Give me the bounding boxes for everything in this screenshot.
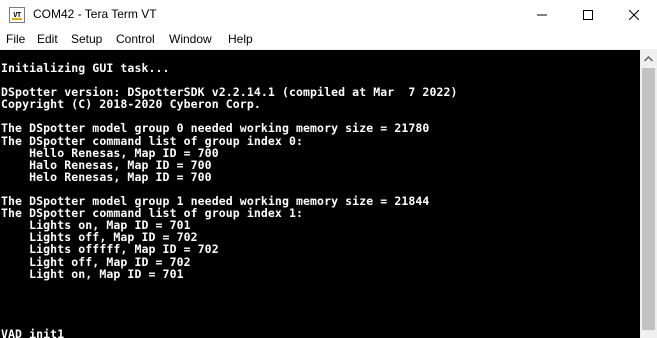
- terminal-output: Initializing GUI task... DSpotter version…: [1, 62, 458, 338]
- maximize-button[interactable]: [565, 0, 611, 30]
- vertical-scrollbar[interactable]: [640, 50, 657, 338]
- terminal-area[interactable]: Initializing GUI task... DSpotter version…: [0, 50, 640, 338]
- scroll-up-arrow-icon: [644, 55, 653, 62]
- menu-edit[interactable]: Edit: [36, 32, 59, 46]
- scroll-thumb[interactable]: [642, 68, 655, 330]
- terminal-line: VAD init1: [1, 327, 65, 338]
- terminal-line: Light off, Map ID = 702: [1, 254, 191, 269]
- menu-control[interactable]: Control: [115, 32, 156, 46]
- menu-window[interactable]: Window: [168, 32, 213, 46]
- close-button[interactable]: [611, 0, 657, 30]
- window-title: COM42 - Tera Term VT: [33, 7, 157, 21]
- terminal-line: Lights offfff, Map ID = 702: [1, 242, 219, 257]
- terminal-line: Light on, Map ID = 701: [1, 266, 184, 281]
- terminal-line: Hello Renesas, Map ID = 700: [1, 145, 219, 160]
- menu-file[interactable]: File: [5, 32, 26, 46]
- close-icon: [629, 10, 639, 20]
- maximize-icon: [583, 10, 593, 20]
- terminal-line: Copyright (C) 2018-2020 Cyberon Corp.: [1, 97, 261, 112]
- terminal-line: Initializing GUI task...: [1, 61, 170, 75]
- menu-setup[interactable]: Setup: [70, 32, 103, 46]
- terminal-line: Helo Renesas, Map ID = 700: [1, 169, 212, 184]
- title-bar[interactable]: VT COM42 - Tera Term VT: [0, 0, 657, 30]
- teraterm-icon[interactable]: VT: [9, 7, 25, 23]
- scroll-up-button[interactable]: [640, 50, 657, 67]
- minimize-button[interactable]: [519, 0, 565, 30]
- minimize-icon: [537, 14, 547, 16]
- menu-bar: File Edit Setup Control Window Help: [0, 30, 657, 50]
- terminal-line: The DSpotter command list of group index…: [1, 133, 304, 148]
- menu-help[interactable]: Help: [227, 32, 254, 46]
- terminal-line: The DSpotter model group 0 needed workin…: [1, 121, 430, 136]
